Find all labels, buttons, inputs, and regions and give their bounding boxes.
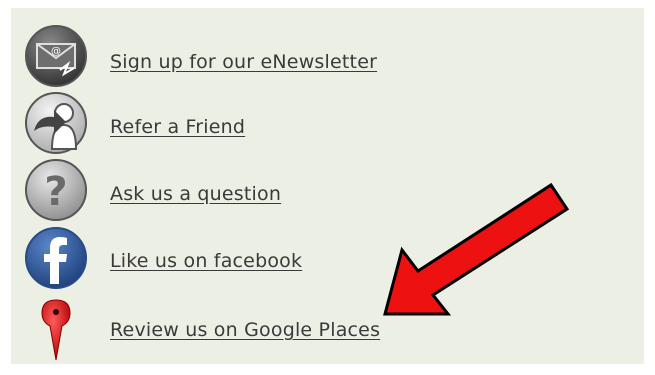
list-item-question[interactable]: ? Ask us a question — [11, 158, 451, 224]
list-item-google-places[interactable]: Review us on Google Places — [11, 296, 451, 362]
map-pin-icon[interactable] — [24, 296, 88, 362]
question-link[interactable]: Ask us a question — [110, 183, 281, 205]
facebook-icon[interactable] — [24, 226, 88, 292]
question-icon[interactable]: ? — [24, 158, 88, 224]
refer-friend-icon[interactable] — [24, 91, 88, 157]
list-item-facebook[interactable]: Like us on facebook — [11, 226, 451, 292]
social-links-panel: @ Sign up for our eNewsletter Refer a Fr… — [11, 8, 644, 364]
list-item-newsletter[interactable]: @ Sign up for our eNewsletter — [11, 24, 451, 90]
svg-text:@: @ — [51, 46, 61, 57]
email-icon[interactable]: @ — [24, 24, 88, 90]
newsletter-link[interactable]: Sign up for our eNewsletter — [110, 51, 377, 73]
svg-text:?: ? — [44, 169, 67, 215]
list-item-refer-friend[interactable]: Refer a Friend — [11, 91, 451, 157]
refer-friend-link[interactable]: Refer a Friend — [110, 116, 245, 138]
facebook-link[interactable]: Like us on facebook — [110, 250, 302, 272]
google-places-link[interactable]: Review us on Google Places — [110, 319, 380, 341]
